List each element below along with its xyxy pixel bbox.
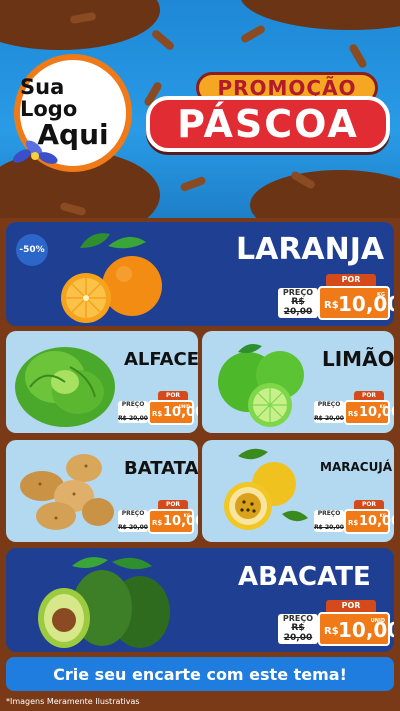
por-label: POR (158, 391, 188, 400)
old-price: R$ 20,00 (283, 297, 313, 317)
old-price-box: PREÇO R$ 20,00 (278, 288, 318, 318)
product-name: LARANJA (236, 232, 385, 267)
old-price-label: PREÇO (121, 510, 145, 517)
avocado-image (38, 557, 170, 648)
price-box: POR PREÇO R$ 20,00 R$ 10,00 KG (314, 500, 394, 534)
sprinkle (150, 28, 176, 52)
por-label: POR (354, 500, 384, 509)
currency: R$ (324, 626, 339, 637)
old-price-label: PREÇO (121, 401, 145, 408)
product-card-laranja: -50% LARANJA POR PREÇO R$ 20,00 R$ 10,00… (6, 222, 394, 326)
product-card-limao: LIMÃO POR PREÇO R$ 20,00 R$ 10,00 KG (202, 331, 394, 433)
passion-fruit-image (224, 448, 308, 530)
lime-image (218, 344, 304, 427)
product-name: LIMÃO (322, 347, 394, 371)
cta-banner[interactable]: Crie seu encarte com este tema! (6, 657, 394, 691)
product-card-maracuja: MARACUJÁ POR PREÇO R$ 20,00 R$ 10,00 KG (202, 440, 394, 542)
price-box: POR PREÇO R$ 20,00 R$ 10,00 UNID (278, 600, 394, 646)
pascoa-title: PÁSCOA (146, 96, 390, 152)
old-price: R$ 20,00 (118, 524, 148, 531)
price-box: POR PREÇO R$ 20,00 R$ 10,00 KG (278, 274, 394, 320)
old-price-box: PREÇO R$ 20,00 (118, 401, 148, 423)
logo-line1: Sua Logo (20, 75, 78, 122)
price-unit: KG (379, 404, 386, 409)
price: 10,00 (338, 618, 394, 642)
por-label: POR (354, 391, 384, 400)
old-price-label: PREÇO (282, 614, 314, 623)
new-price-box: R$ 10,00 UNID (148, 400, 198, 425)
price-box: POR PREÇO R$ 20,00 R$ 10,00 KG (314, 391, 394, 425)
old-price: R$ 20,00 (314, 415, 344, 422)
price-unit: KG (183, 513, 190, 518)
old-price-box: PREÇO R$ 20,00 (314, 510, 344, 532)
chocolate-drip (0, 0, 160, 50)
old-price-label: PREÇO (282, 288, 314, 297)
discount-badge: -50% (16, 234, 48, 266)
currency: R$ (152, 519, 163, 527)
footnote: *Imagens Meramente Ilustrativas (6, 697, 140, 706)
new-price-box: R$ 10,00 KG (344, 509, 394, 534)
hero-banner: Sua Logo Aqui PROMOÇÃO PÁSCOA (0, 0, 400, 218)
new-price-box: R$ 10,00 KG (344, 400, 394, 425)
cta-text: Crie seu encarte com este tema! (53, 664, 347, 684)
new-price-box: R$ 10,00 UNID (318, 612, 394, 646)
product-name: ABACATE (238, 562, 371, 592)
price-unit: KG (377, 292, 385, 298)
old-price-box: PREÇO R$ 20,00 (118, 510, 148, 532)
product-card-abacate: ABACATE POR PREÇO R$ 20,00 R$ 10,00 UNID (6, 548, 394, 652)
old-price-box: PREÇO R$ 20,00 (278, 614, 318, 644)
flower-icon (12, 140, 58, 164)
currency: R$ (348, 519, 359, 527)
lettuce-image (15, 347, 115, 427)
product-name: BATATA (124, 458, 198, 479)
price-unit: UNID (178, 404, 190, 409)
product-name: ALFACE (124, 349, 198, 370)
sprinkle (239, 24, 267, 44)
new-price-box: R$ 10,00 KG (318, 286, 394, 320)
price-box: POR PREÇO R$ 20,00 R$ 10,00 KG (118, 500, 198, 534)
old-price: R$ 20,00 (314, 524, 344, 531)
chocolate-drip (240, 0, 400, 30)
currency: R$ (324, 300, 339, 311)
currency: R$ (152, 410, 163, 418)
old-price: R$ 20,00 (283, 623, 313, 643)
potato-image (20, 454, 114, 530)
product-card-batata: BATATA POR PREÇO R$ 20,00 R$ 10,00 KG (6, 440, 198, 542)
old-price: R$ 20,00 (118, 415, 148, 422)
new-price-box: R$ 10,00 KG (148, 509, 198, 534)
price: 10,00 (359, 405, 394, 420)
por-label: POR (326, 274, 376, 286)
sprinkle (348, 42, 368, 70)
chocolate-drip (250, 170, 400, 218)
por-label: POR (326, 600, 376, 612)
price-box: POR PREÇO R$ 20,00 R$ 10,00 UNID (118, 391, 198, 425)
currency: R$ (348, 410, 359, 418)
old-price-box: PREÇO R$ 20,00 (314, 401, 344, 423)
orange-image (61, 233, 162, 323)
old-price-label: PREÇO (317, 401, 341, 408)
price: 10,00 (338, 292, 394, 316)
por-label: POR (158, 500, 188, 509)
product-card-alface: ALFACE POR PREÇO R$ 20,00 R$ 10,00 UNID (6, 331, 198, 433)
price-unit: KG (379, 513, 386, 518)
product-name: MARACUJÁ (320, 460, 393, 474)
price: 10,00 (163, 514, 198, 529)
page-title: PÁSCOA (177, 102, 359, 146)
old-price-label: PREÇO (317, 510, 341, 517)
sprinkle (179, 175, 207, 193)
price-unit: UNID (370, 618, 385, 624)
price: 10,00 (359, 514, 394, 529)
